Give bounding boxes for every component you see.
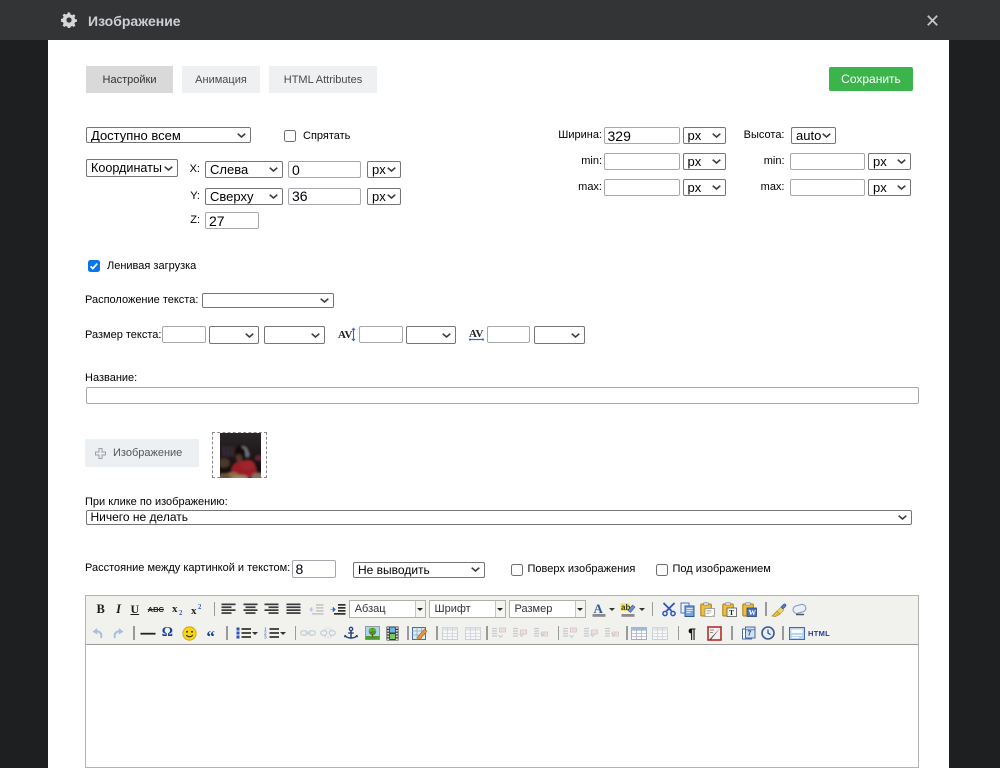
svg-text:T: T bbox=[729, 608, 734, 617]
svg-text:W: W bbox=[749, 608, 757, 617]
svg-text:AV: AV bbox=[469, 328, 484, 340]
svg-text:2: 2 bbox=[198, 604, 202, 611]
svg-text:2: 2 bbox=[179, 610, 183, 616]
svg-text:x: x bbox=[172, 603, 178, 615]
svg-text:A: A bbox=[593, 602, 603, 616]
svg-text:3: 3 bbox=[264, 635, 267, 640]
svg-text:AV: AV bbox=[338, 329, 353, 341]
svg-text:7: 7 bbox=[747, 630, 751, 637]
svg-text:x: x bbox=[191, 605, 197, 616]
